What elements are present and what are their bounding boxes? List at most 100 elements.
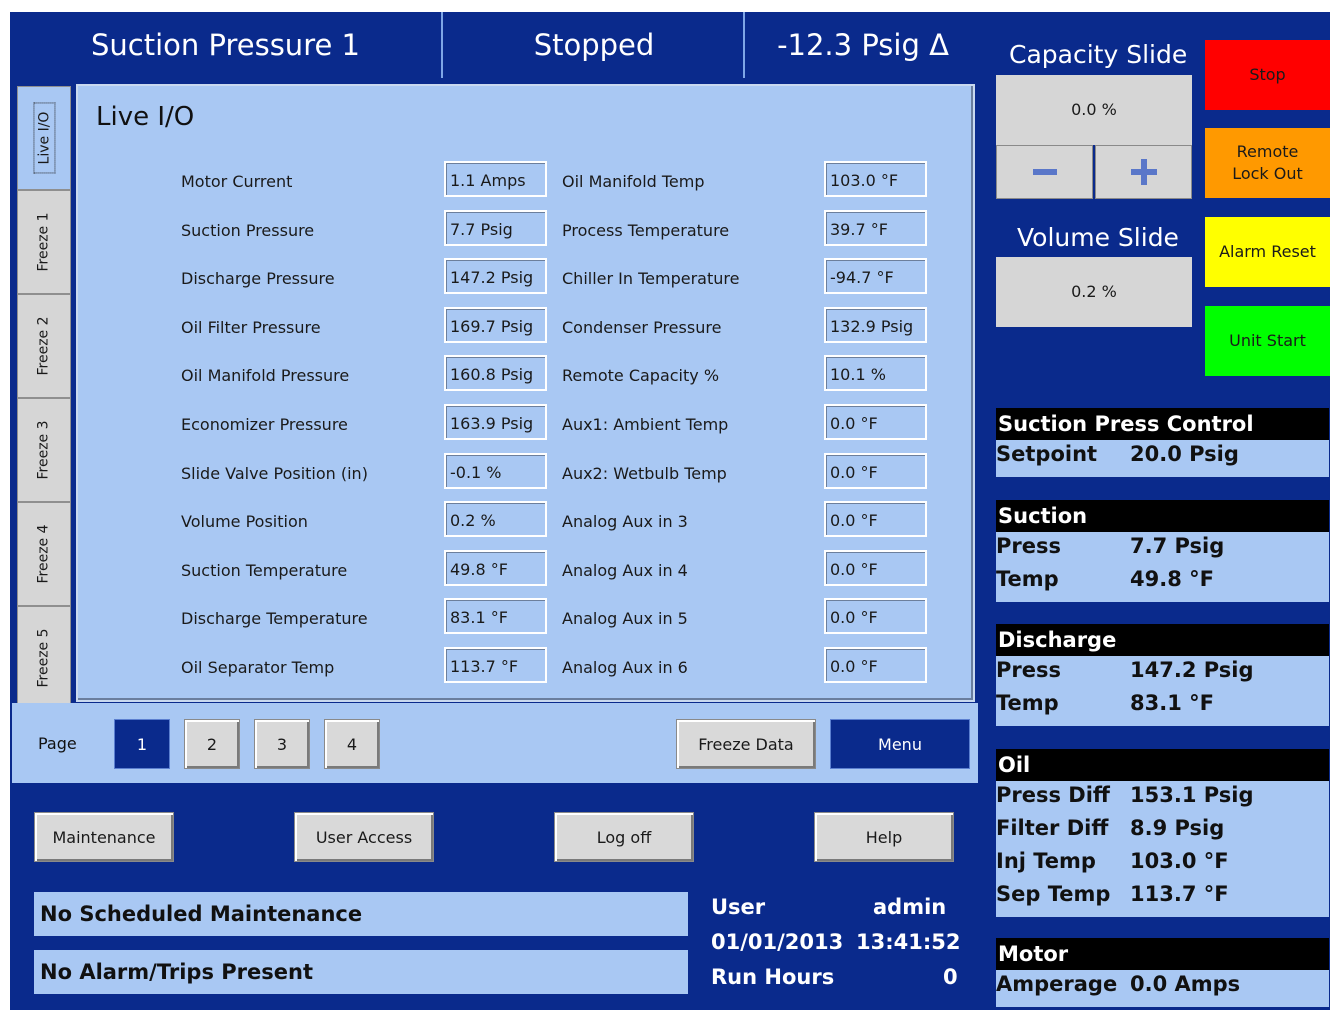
status-row-value: 7.7 Psig — [1130, 534, 1225, 558]
io-right-label: Condenser Pressure — [562, 317, 722, 337]
capacity-decrease-button[interactable] — [996, 145, 1093, 199]
io-left-label: Economizer Pressure — [181, 415, 348, 434]
user-label: User — [711, 895, 766, 919]
status-row-label: Amperage — [996, 972, 1118, 996]
tab-live-io[interactable]: Live I/O — [17, 86, 71, 190]
io-left-label: Oil Filter Pressure — [181, 317, 321, 337]
io-left-value: -0.1 % — [444, 452, 547, 489]
unit-start-label: Unit Start — [1229, 331, 1306, 350]
io-right-label: Aux2: Wetbulb Temp — [562, 463, 727, 483]
io-left-label: Volume Position — [181, 512, 308, 532]
section-body-motor: Amperage 0.0 Amps — [996, 970, 1329, 1007]
page-4-button[interactable]: 4 — [324, 719, 380, 769]
log-off-button[interactable]: Log off — [554, 812, 694, 862]
io-right-label: Aux1: Ambient Temp — [562, 415, 729, 434]
status-row-label: Press — [996, 534, 1061, 558]
time-text: 13:41:52 — [856, 930, 961, 954]
section-header-oil: Oil — [996, 749, 1329, 781]
remote-lock-label-2: Lock Out — [1232, 164, 1303, 183]
page-1-button[interactable]: 1 — [114, 719, 170, 769]
status-row-label: Press — [996, 658, 1061, 682]
header-title: Suction Pressure 1 — [10, 12, 443, 78]
tab-freeze-4[interactable]: Freeze 4 — [17, 502, 71, 606]
io-right-value: 0.0 °F — [824, 549, 927, 586]
panel-title: Live I/O — [96, 102, 195, 132]
io-right-value: 103.0 °F — [824, 161, 927, 197]
io-left-label: Motor Current — [181, 172, 293, 191]
io-left-value: 1.1 Amps — [444, 161, 547, 197]
tab-freeze-3[interactable]: Freeze 3 — [17, 398, 71, 502]
status-row-label: Temp — [996, 691, 1059, 715]
freeze-data-button[interactable]: Freeze Data — [676, 719, 816, 769]
help-button[interactable]: Help — [814, 812, 954, 862]
header-status: Stopped — [445, 12, 745, 78]
page-label: Page — [38, 734, 77, 753]
maintenance-message: No Scheduled Maintenance — [34, 892, 688, 936]
io-right-value: 39.7 °F — [824, 209, 927, 246]
tab-label: Freeze 4 — [36, 524, 52, 584]
section-body-oil: Press Diff 153.1 Psig Filter Diff 8.9 Psig I… — [996, 781, 1329, 917]
io-left-label: Suction Temperature — [181, 560, 348, 580]
section-header-control: Suction Press Control — [996, 408, 1329, 440]
capacity-slide-value: 0.0 % — [996, 75, 1192, 145]
section-body-suction: Press 7.7 Psig Temp 49.8 °F — [996, 532, 1329, 602]
io-right-label: Analog Aux in 5 — [562, 609, 688, 629]
io-left-value: 169.7 Psig — [444, 306, 547, 343]
page-3-button[interactable]: 3 — [254, 719, 310, 769]
io-right-value: 0.0 °F — [824, 647, 927, 683]
tab-freeze-1[interactable]: Freeze 1 — [17, 190, 71, 294]
volume-slide-title: Volume Slide — [1017, 223, 1179, 252]
tab-label: Freeze 5 — [36, 628, 52, 688]
io-left-value: 0.2 % — [444, 501, 547, 538]
date-text: 01/01/2013 — [711, 930, 844, 954]
io-left-value: 147.2 Psig — [444, 258, 547, 295]
unit-start-button[interactable]: Unit Start — [1205, 306, 1330, 376]
user-name: admin — [873, 895, 947, 919]
capacity-slide-title: Capacity Slide — [1009, 40, 1188, 69]
status-row-value: 49.8 °F — [1130, 567, 1214, 591]
status-row-value: 103.0 °F — [1130, 849, 1229, 873]
io-right-label: Analog Aux in 4 — [562, 560, 688, 580]
section-header-suction: Suction — [996, 500, 1329, 532]
io-left-value: 113.7 °F — [444, 647, 547, 683]
status-row-label: Filter Diff — [996, 816, 1109, 840]
io-right-label: Analog Aux in 6 — [562, 658, 688, 677]
io-right-label: Analog Aux in 3 — [562, 512, 688, 532]
io-left-label: Oil Manifold Pressure — [181, 366, 350, 386]
io-right-value: 0.0 °F — [824, 501, 927, 538]
tab-label: Freeze 2 — [36, 316, 52, 376]
status-row-label: Inj Temp — [996, 849, 1096, 873]
io-left-value: 7.7 Psig — [444, 209, 547, 246]
status-row-value: 147.2 Psig — [1130, 658, 1254, 682]
io-left-value: 160.8 Psig — [444, 355, 547, 392]
minus-icon — [1032, 169, 1057, 175]
alarm-reset-label: Alarm Reset — [1219, 242, 1316, 261]
remote-lock-out-button[interactable]: Remote Lock Out — [1205, 128, 1330, 198]
volume-value-text: 0.2 % — [1071, 282, 1117, 301]
io-right-label: Remote Capacity % — [562, 366, 720, 386]
io-left-label: Slide Valve Position (in) — [181, 463, 368, 483]
header-readout: -12.3 Psig Δ — [747, 12, 979, 78]
page-2-button[interactable]: 2 — [184, 719, 240, 769]
io-right-value: 10.1 % — [824, 355, 927, 392]
stop-button[interactable]: Stop — [1205, 40, 1330, 110]
io-left-label: Discharge Pressure — [181, 269, 335, 289]
status-row-value: 8.9 Psig — [1130, 816, 1225, 840]
tab-label: Freeze 1 — [36, 212, 52, 272]
maintenance-button[interactable]: Maintenance — [34, 812, 174, 862]
tab-freeze-5[interactable]: Freeze 5 — [17, 606, 71, 710]
status-row-value: 113.7 °F — [1130, 882, 1229, 906]
alarm-reset-button[interactable]: Alarm Reset — [1205, 217, 1330, 287]
io-right-value: 0.0 °F — [824, 404, 927, 440]
io-right-label: Oil Manifold Temp — [562, 172, 705, 191]
status-row-value: 0.0 Amps — [1130, 972, 1241, 996]
menu-button[interactable]: Menu — [830, 719, 970, 769]
volume-slide-value: 0.2 % — [996, 257, 1192, 327]
io-right-label: Process Temperature — [562, 220, 730, 240]
tab-label: Freeze 3 — [36, 420, 52, 480]
io-right-value: -94.7 °F — [824, 258, 927, 295]
capacity-increase-button[interactable] — [1095, 145, 1192, 199]
tab-freeze-2[interactable]: Freeze 2 — [17, 294, 71, 398]
run-hours-value: 0 — [943, 965, 958, 989]
user-access-button[interactable]: User Access — [294, 812, 434, 862]
